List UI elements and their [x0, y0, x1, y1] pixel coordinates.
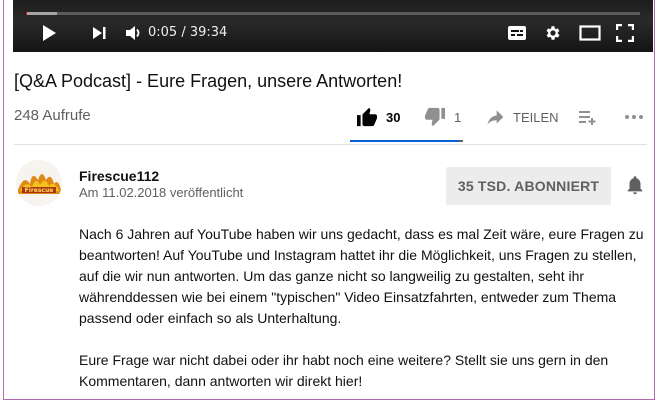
- theater-mode-icon: [579, 25, 601, 41]
- add-to-playlist-button[interactable]: [578, 104, 598, 130]
- dislike-button[interactable]: 1: [424, 104, 461, 130]
- channel-avatar[interactable]: Firescue: [16, 160, 62, 206]
- play-icon: [43, 25, 56, 41]
- settings-button[interactable]: [541, 22, 565, 44]
- bell-icon: [627, 176, 643, 195]
- more-actions-button[interactable]: [624, 104, 644, 130]
- fullscreen-button[interactable]: [613, 22, 637, 44]
- volume-icon: [126, 26, 140, 40]
- time-display: 0:05 / 39:34: [148, 25, 228, 40]
- thumbs-up-icon: [357, 107, 377, 127]
- dislike-count: 1: [454, 109, 462, 125]
- next-button[interactable]: [88, 22, 110, 44]
- progress-bar[interactable]: [26, 12, 640, 15]
- sentiment-bar-fill: [350, 140, 460, 142]
- buffer-bar: [26, 12, 57, 15]
- view-count: 248 Aufrufe: [14, 107, 91, 124]
- thumbs-down-icon: [425, 107, 445, 127]
- video-title: [Q&A Podcast] - Eure Fragen, unsere Antw…: [14, 71, 403, 91]
- video-player[interactable]: 0:05 / 39:34: [13, 0, 653, 52]
- svg-text:Firescue: Firescue: [25, 187, 54, 194]
- like-count: 30: [386, 109, 401, 125]
- theater-mode-button[interactable]: [577, 22, 603, 44]
- divider: [14, 144, 647, 145]
- progress-fill: [26, 12, 28, 15]
- description-paragraph: Nach 6 Jahren auf YouTube haben wir uns …: [79, 226, 644, 326]
- play-button[interactable]: [38, 22, 60, 44]
- subtitles-icon: [508, 26, 526, 40]
- mute-button[interactable]: [121, 22, 145, 44]
- video-description: Nach 6 Jahren auf YouTube haben wir uns …: [79, 224, 651, 392]
- subscribe-button[interactable]: 35 TSD. ABONNIERT: [446, 167, 611, 205]
- subtitles-button[interactable]: [505, 22, 529, 44]
- share-button[interactable]: TEILEN: [485, 104, 559, 130]
- channel-name[interactable]: Firescue112: [79, 168, 159, 184]
- share-icon: [487, 110, 504, 125]
- notification-bell-button[interactable]: [624, 174, 646, 196]
- playlist-add-icon: [579, 111, 596, 125]
- sentiment-bar: [350, 140, 463, 142]
- settings-icon: [546, 26, 560, 40]
- publish-date: Am 11.02.2018 veröffentlicht: [79, 185, 244, 200]
- more-icon: [625, 115, 643, 119]
- like-button[interactable]: 30: [356, 104, 400, 130]
- next-icon: [93, 27, 106, 39]
- description-paragraph: Eure Frage war nicht dabei oder ihr habt…: [79, 352, 609, 389]
- channel-logo-icon: Firescue: [16, 160, 62, 206]
- fullscreen-icon: [616, 24, 634, 42]
- share-label: TEILEN: [513, 109, 559, 125]
- page-frame: 0:05 / 39:34 [Q&A Podcast] - Eure Fragen…: [3, 0, 655, 400]
